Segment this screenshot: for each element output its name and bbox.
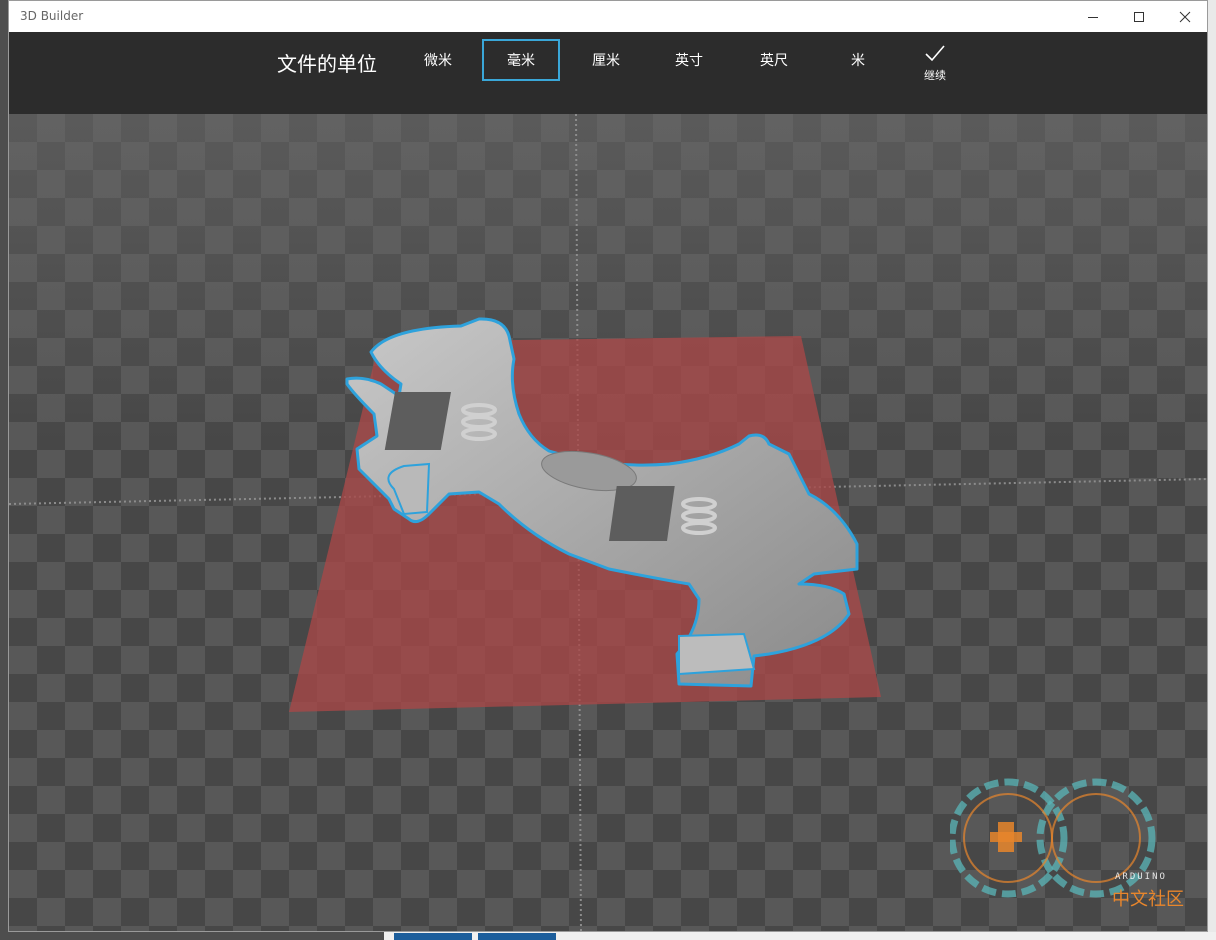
maximize-button[interactable] — [1116, 1, 1162, 32]
title-bar: 3D Builder — [9, 1, 1207, 32]
taskbar-button[interactable] — [478, 933, 556, 940]
watermark-brand: ARDUINO — [1115, 872, 1167, 882]
watermark-text: 中文社区 — [1112, 889, 1184, 910]
unit-millimeter-button[interactable]: 毫米 — [482, 39, 560, 81]
maximize-icon — [1134, 11, 1144, 22]
close-button[interactable] — [1162, 1, 1207, 32]
minimize-icon — [1088, 16, 1098, 18]
unit-micrometer-button[interactable]: 微米 — [399, 39, 477, 81]
continue-label: 继续 — [924, 69, 946, 82]
desktop-background — [1208, 0, 1216, 940]
checkmark-icon — [925, 45, 945, 62]
continue-button[interactable]: 继续 — [909, 44, 961, 92]
close-icon — [1179, 11, 1191, 22]
unit-heading: 文件的单位 — [277, 52, 377, 76]
unit-centimeter-button[interactable]: 厘米 — [567, 39, 645, 81]
taskbar-button[interactable] — [394, 933, 472, 940]
minimize-button[interactable] — [1070, 1, 1116, 32]
unit-foot-button[interactable]: 英尺 — [735, 39, 813, 81]
unit-selection-bar: 文件的单位 微米 毫米 厘米 英寸 英尺 米 继续 — [9, 32, 1207, 114]
window-title: 3D Builder — [20, 9, 84, 23]
unit-inch-button[interactable]: 英寸 — [650, 39, 728, 81]
unit-meter-button[interactable]: 米 — [819, 39, 897, 81]
